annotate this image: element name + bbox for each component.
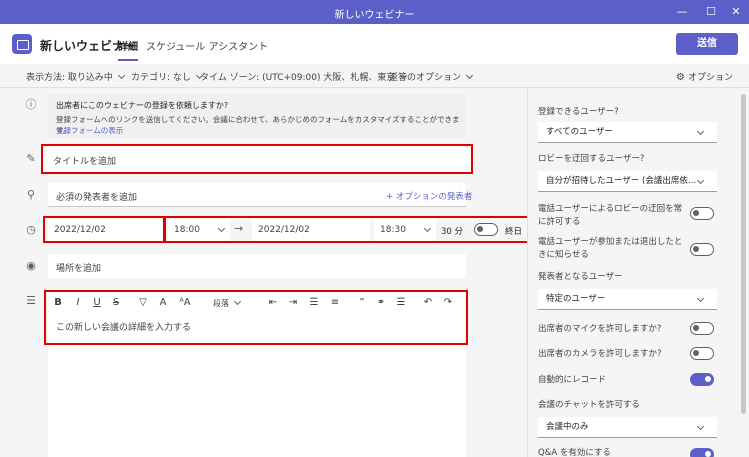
info-icon: ⓘ	[25, 98, 37, 111]
chevron-down-icon	[217, 224, 226, 233]
registration-notice: 出席者にこのウェビナーの登録を依頼しますか? 登録フォームへのリンクを送信してく…	[48, 94, 466, 138]
header: 新しいウェビナー 詳細 スケジュール アシスタント 送信	[0, 24, 749, 64]
details-editor	[48, 289, 466, 457]
options-toolbar: 表示方法: 取り込み中 カテゴリ: なし タイム ゾーン: (UTC+09:00…	[0, 64, 749, 88]
quote-icon[interactable]: ”	[355, 297, 369, 308]
chevron-down-icon	[423, 224, 432, 233]
window-title: 新しいウェビナー	[334, 10, 415, 21]
end-time-field[interactable]: 18:30	[374, 219, 436, 241]
chevron-down-icon	[696, 176, 705, 185]
allow-mic-label: 出席者のマイクを許可しますか?	[538, 324, 662, 334]
close-icon[interactable]: ✕	[726, 4, 746, 20]
phone-notify-label: 電話ユーザーが参加または退出したときに知らせる	[538, 237, 683, 260]
chevron-down-icon	[696, 422, 705, 431]
who-can-register-label: 登録できるユーザー?	[538, 107, 619, 117]
outdent-icon[interactable]: ⇤	[266, 297, 280, 308]
options-button[interactable]: ⚙ オプション	[676, 70, 733, 83]
auto-record-label: 自動的にレコード	[538, 375, 607, 385]
details-input[interactable]: この新しい会議の詳細を入力する	[56, 320, 191, 333]
start-date-field[interactable]: 2022/12/02	[48, 219, 162, 241]
chevron-down-icon	[465, 71, 474, 80]
highlight-icon[interactable]: ▽	[136, 297, 150, 308]
start-time-field[interactable]: 18:00	[168, 219, 230, 241]
qa-label: Q&A を有効にする	[538, 448, 611, 457]
font-size-icon[interactable]: ᴬA	[176, 297, 194, 308]
chevron-down-icon	[696, 294, 705, 303]
show-as-dropdown[interactable]: 表示方法: 取り込み中	[26, 70, 125, 83]
italic-icon[interactable]: I	[71, 297, 85, 308]
who-can-register-select[interactable]: すべてのユーザー	[538, 122, 717, 143]
bullet-list-icon[interactable]: ☰	[307, 297, 321, 308]
chevron-down-icon	[696, 127, 705, 136]
chat-label: 会議のチャットを許可する	[538, 400, 640, 410]
all-day-toggle[interactable]	[474, 223, 498, 236]
allow-camera-label: 出席者のカメラを許可しますか?	[538, 349, 662, 359]
timezone-dropdown[interactable]: タイム ゾーン: (UTC+09:00) 大阪、札幌、東京	[200, 70, 408, 83]
horizontal-rule-icon[interactable]: ☰	[394, 297, 408, 308]
chevron-down-icon	[117, 71, 125, 80]
allow-camera-toggle[interactable]	[690, 347, 714, 360]
indent-icon[interactable]: ⇥	[286, 297, 300, 308]
maximize-icon[interactable]: ☐	[701, 4, 721, 20]
meeting-form: ⓘ 出席者にこのウェビナーの登録を依頼しますか? 登録フォームへのリンクを送信し…	[0, 89, 530, 457]
chat-select[interactable]: 会議中のみ	[538, 417, 717, 438]
tab-details[interactable]: 詳細	[118, 38, 138, 61]
phone-bypass-label: 電話ユーザーによるロビーの迂回を常に許可する	[538, 204, 683, 227]
response-options-dropdown[interactable]: 返答のオプション	[389, 70, 474, 83]
strikethrough-icon[interactable]: S	[109, 297, 123, 308]
title-bar: 新しいウェビナー — ☐ ✕	[0, 0, 749, 24]
registration-form-link[interactable]: 登録フォームの表示	[56, 125, 123, 136]
qa-toggle[interactable]	[690, 448, 714, 457]
all-day-label: 終日	[505, 227, 523, 237]
allow-mic-toggle[interactable]	[690, 322, 714, 335]
phone-notify-toggle[interactable]	[690, 243, 714, 256]
chevron-down-icon	[233, 297, 242, 306]
title-input[interactable]: タイトルを追加	[43, 146, 471, 172]
optional-presenter-link[interactable]: + オプションの発表者	[386, 190, 472, 202]
auto-record-toggle[interactable]	[690, 373, 714, 386]
presenters-label: 発表者となるユーザー	[538, 272, 623, 282]
location-icon: ◉	[26, 259, 36, 272]
calendar-icon	[12, 34, 32, 54]
pencil-icon: ✎	[26, 152, 36, 165]
phone-bypass-toggle[interactable]	[690, 207, 714, 220]
meeting-options-panel: 登録できるユーザー? すべてのユーザー ロビーを迂回するユーザー? 自分が招待し…	[527, 89, 749, 457]
undo-icon[interactable]: ↶	[421, 297, 435, 308]
category-dropdown[interactable]: カテゴリ: なし	[131, 70, 203, 83]
list-icon: ☰	[26, 294, 36, 307]
paragraph-dropdown[interactable]: 段落	[213, 297, 242, 309]
location-input[interactable]: 場所を追加	[48, 254, 466, 278]
numbered-list-icon[interactable]: ≡	[328, 297, 342, 308]
arrow-right-icon: →	[234, 222, 244, 235]
minimize-icon[interactable]: —	[672, 4, 692, 20]
presenter-icon: ⚲	[26, 188, 36, 201]
lobby-select[interactable]: 自分が招待したユーザー (会議出席依…	[538, 171, 717, 192]
duration-label: 30 分	[441, 227, 464, 237]
presenters-select[interactable]: 特定のユーザー	[538, 289, 717, 310]
tab-scheduling-assistant[interactable]: スケジュール アシスタント	[146, 38, 268, 53]
clock-icon: ◷	[26, 223, 36, 236]
send-button[interactable]: 送信	[676, 33, 738, 55]
gear-icon: ⚙	[676, 72, 685, 83]
bold-icon[interactable]: B	[51, 297, 65, 308]
underline-icon[interactable]: U	[90, 297, 104, 308]
link-icon[interactable]: ⚭	[374, 297, 388, 308]
scrollbar[interactable]	[741, 94, 746, 414]
font-color-icon[interactable]: A	[156, 297, 170, 308]
end-date-field[interactable]: 2022/12/02	[252, 219, 370, 241]
lobby-label: ロビーを迂回するユーザー?	[538, 154, 645, 164]
redo-icon[interactable]: ↷	[441, 297, 455, 308]
